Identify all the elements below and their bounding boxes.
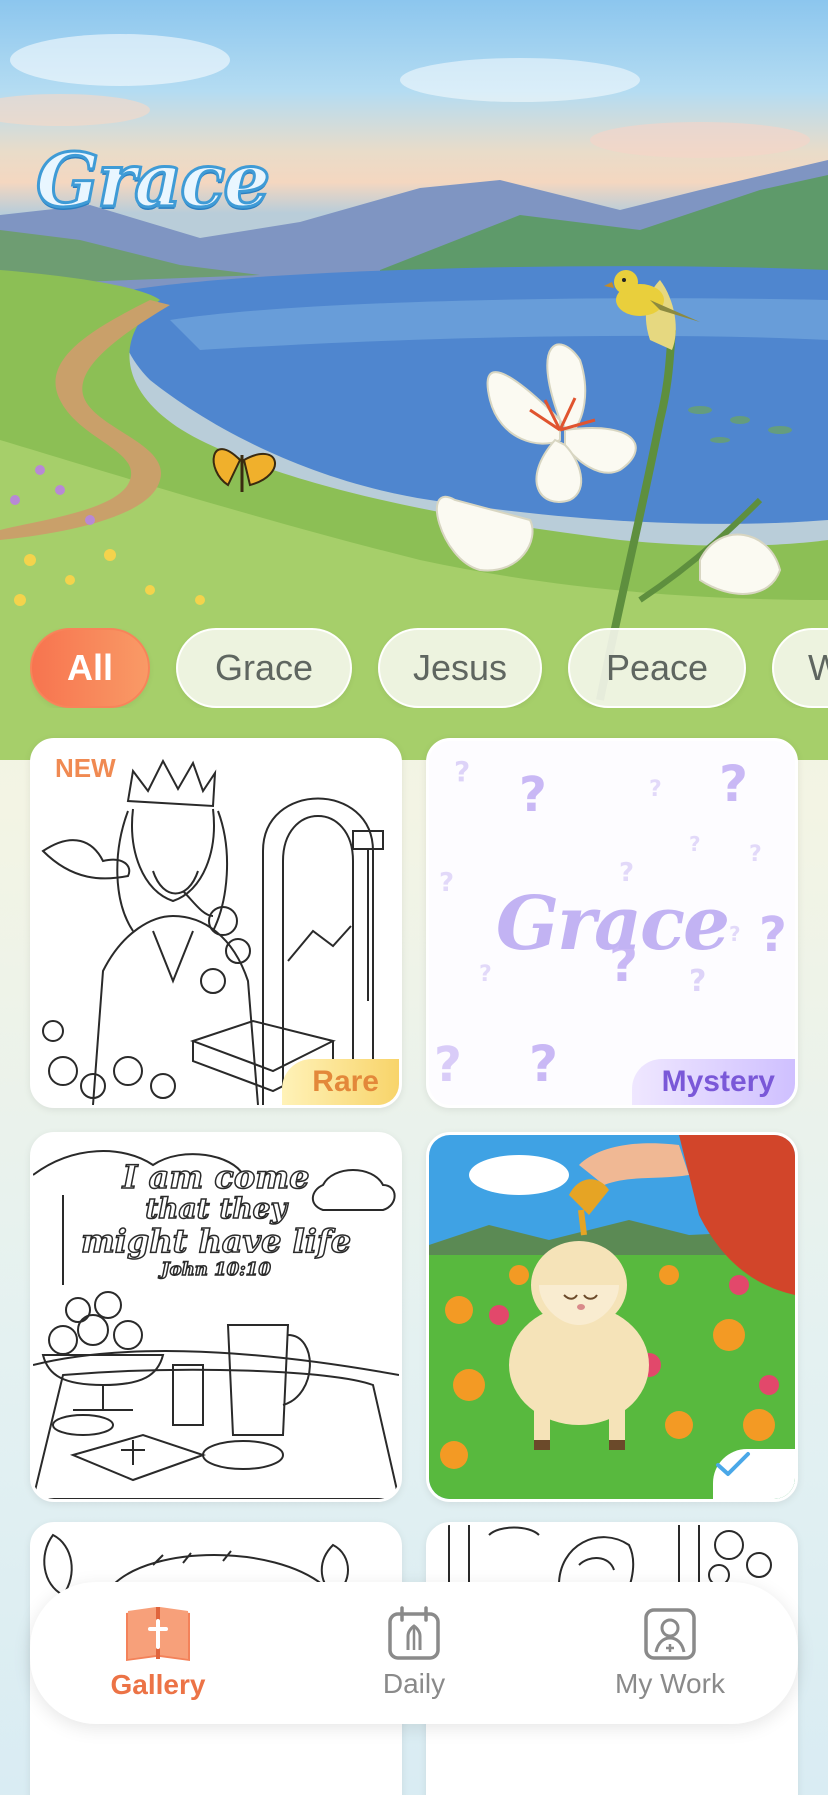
quote-line-3: might have life xyxy=(80,1222,352,1260)
filter-chip-grace[interactable]: Grace xyxy=(176,628,352,708)
category-filter-bar: All Grace Jesus Peace W xyxy=(30,628,828,708)
nav-daily-label: Daily xyxy=(382,1668,446,1699)
svg-text:?: ? xyxy=(454,755,470,788)
filter-chip-all[interactable]: All xyxy=(30,628,150,708)
quote-reference: John 10:10 xyxy=(160,1259,271,1280)
mystery-badge: Mystery xyxy=(631,1059,795,1105)
colored-thumbnail xyxy=(429,1135,795,1499)
svg-text:?: ? xyxy=(529,1035,558,1093)
filter-chip-peace[interactable]: Peace xyxy=(568,628,746,708)
gallery-card-quote-still-life[interactable]: I am come that they might have life John… xyxy=(30,1132,402,1502)
mystery-title: Grace xyxy=(495,881,730,967)
quote-line-2: that they xyxy=(145,1192,288,1225)
app-logo: Grace xyxy=(34,137,271,226)
filter-chip-jesus[interactable]: Jesus xyxy=(378,628,542,708)
nav-my-work-label: My Work xyxy=(615,1668,725,1699)
svg-text:?: ? xyxy=(649,777,662,802)
nav-daily[interactable]: Daily xyxy=(314,1606,514,1700)
bible-icon xyxy=(126,1607,190,1661)
svg-text:?: ? xyxy=(689,964,706,999)
gallery-card-mystery[interactable]: ? ? ? ? ? ? ? ? ? ? ? ? ? ? ? ? Grace My… xyxy=(426,738,798,1108)
svg-text:?: ? xyxy=(434,1037,462,1093)
svg-text:?: ? xyxy=(749,842,762,867)
new-tag: NEW xyxy=(55,753,116,783)
line-art-thumbnail xyxy=(41,758,384,1105)
gallery-card-anointed-lamb[interactable] xyxy=(426,1132,798,1502)
rare-badge: Rare xyxy=(282,1059,399,1105)
gallery-card-king-jesus[interactable]: NEW Rare xyxy=(30,738,402,1108)
nav-gallery[interactable]: Gallery xyxy=(58,1605,258,1701)
filter-chip-w[interactable]: W xyxy=(772,628,828,708)
completed-check xyxy=(713,1449,795,1499)
nav-my-work[interactable]: My Work xyxy=(570,1606,770,1700)
checkmark-icon xyxy=(716,1452,750,1476)
svg-text:?: ? xyxy=(519,767,547,823)
nav-gallery-label: Gallery xyxy=(110,1669,206,1700)
svg-text:?: ? xyxy=(689,832,701,856)
quote-text: I am come that they might have life John… xyxy=(33,1158,399,1280)
profile-frame-icon xyxy=(644,1608,696,1660)
bottom-navigation: Gallery Daily My Work xyxy=(30,1582,798,1724)
svg-text:?: ? xyxy=(719,755,748,813)
quote-line-1: I am come xyxy=(122,1158,310,1196)
calendar-praying-hands-icon xyxy=(388,1606,440,1660)
